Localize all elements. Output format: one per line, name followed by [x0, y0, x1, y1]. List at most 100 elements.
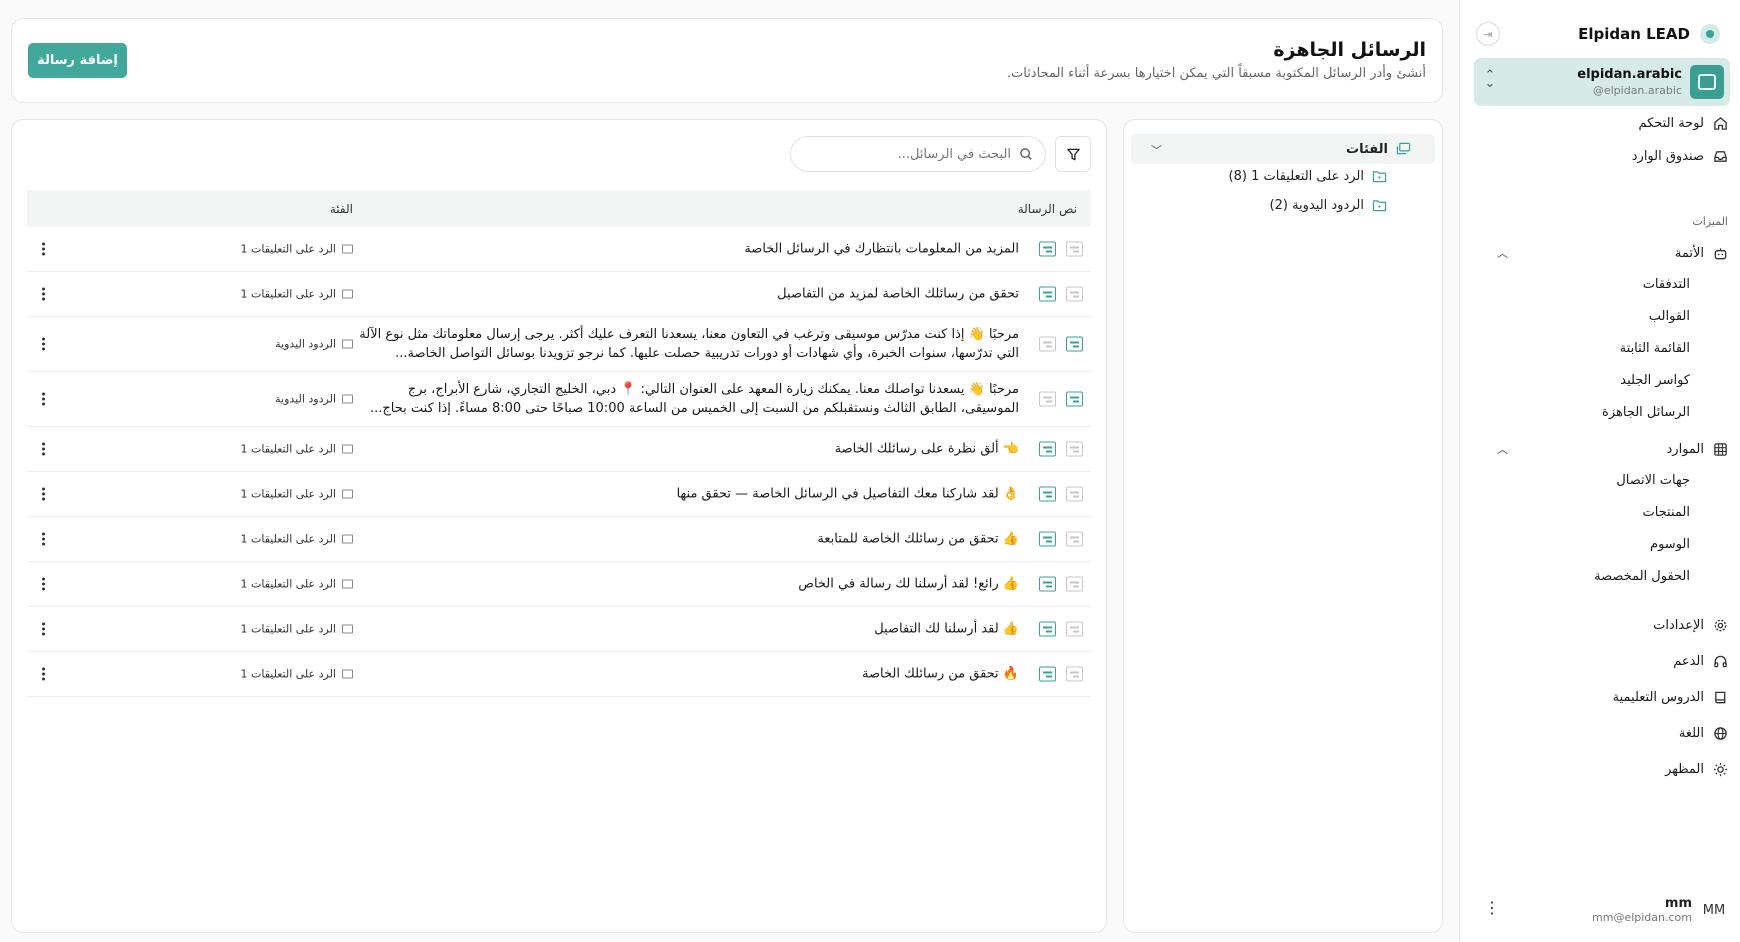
sidebar-item-settings[interactable]: الإعدادات: [1653, 610, 1728, 640]
message-category: الرد على التعليقات 1: [240, 443, 353, 456]
table-header: نص الرسالة الفئة: [27, 190, 1091, 227]
sidebar-item-tutorials[interactable]: الدروس التعليمية: [1613, 682, 1728, 712]
sidebar-item-resources[interactable]: الموارد ︿: [1473, 434, 1728, 464]
message-category: الردود اليدوية: [275, 338, 353, 351]
sidebar-item-dashboard[interactable]: لوحة التحكم: [1638, 108, 1728, 138]
category-label: الرد على التعليقات 1: [240, 442, 336, 456]
table-row[interactable]: مرحبًا 👋 إذا كنت مدرّس موسيقى وترغب في ا…: [27, 317, 1091, 372]
more-vertical-icon[interactable]: [37, 577, 49, 591]
message-category: الردود اليدوية: [275, 393, 353, 406]
more-vertical-icon[interactable]: ⋮: [1484, 898, 1500, 917]
table-row[interactable]: 👈 ألق نظرة على رسائلك الخاصة الرد على الت…: [27, 427, 1091, 472]
folder-icon: [342, 444, 353, 454]
table-row[interactable]: 👌 لقد شاركنا معك التفاصيل في الرسائل الخ…: [27, 472, 1091, 517]
more-vertical-icon[interactable]: [37, 242, 49, 256]
sidebar-item-automation[interactable]: الأتمة ︿: [1473, 238, 1728, 268]
table-row[interactable]: مرحبًا 👋 يسعدنا تواصلك معنا. يمكنك زيارة…: [27, 372, 1091, 427]
sidebar-subitem-templates[interactable]: القوالب: [1649, 302, 1690, 330]
message-text: 👌 لقد شاركنا معك التفاصيل في الرسائل الخ…: [676, 486, 1019, 502]
table-row[interactable]: المزيد من المعلومات بانتظارك في الرسائل …: [27, 227, 1091, 272]
sidebar-subitem-products[interactable]: المنتجات: [1642, 498, 1690, 526]
message-lines-icon: [1066, 666, 1083, 682]
folders-icon: [1396, 142, 1411, 156]
message-lines-icon: [1066, 241, 1083, 257]
category-label: الرد على التعليقات 1: [240, 487, 336, 501]
table-row[interactable]: 👍 رائع! لقد أرسلنا لك رسالة في الخاص الرد…: [27, 562, 1091, 607]
sidebar-subitem-persistent-menu[interactable]: القائمة الثابتة: [1620, 334, 1690, 362]
message-text: تحقق من رسائلك الخاصة لمزيد من التفاصيل: [777, 286, 1019, 302]
categories-header[interactable]: الفئات ﹀: [1131, 134, 1435, 164]
folder-icon: [342, 624, 353, 634]
table-row[interactable]: 👍 تحقق من رسائلك الخاصة للمتابعة الرد على…: [27, 517, 1091, 562]
more-vertical-icon[interactable]: [37, 622, 49, 636]
collapse-sidebar-icon[interactable]: ⇥: [1476, 22, 1500, 46]
table-row[interactable]: تحقق من رسائلك الخاصة لمزيد من التفاصيل ا…: [27, 272, 1091, 317]
folder-icon: [342, 489, 353, 499]
category-label: الرد على التعليقات 1: [240, 667, 336, 681]
sidebar-item-label: الموارد: [1666, 441, 1704, 457]
chevron-up-icon[interactable]: ︿: [1497, 245, 1508, 261]
brand-logo-icon: [1700, 24, 1720, 44]
more-vertical-icon[interactable]: [37, 532, 49, 546]
category-item-manual[interactable]: الردود اليدوية (2): [1270, 191, 1387, 219]
more-vertical-icon[interactable]: [37, 337, 49, 351]
message-lines-icon: [1066, 486, 1083, 502]
sidebar-item-label: المظهر: [1665, 761, 1704, 777]
sidebar-item-inbox[interactable]: صندوق الوارد: [1632, 141, 1728, 171]
account-info: elpidan.arabic @elpidan.arabic: [1577, 67, 1682, 97]
message-lines-icon: [1066, 336, 1083, 352]
folder-icon: [342, 244, 353, 254]
sidebar-item-label: اللغة: [1678, 725, 1704, 741]
home-icon: [1712, 115, 1728, 131]
quote-message-icon: [1039, 286, 1056, 302]
user-avatar: MM: [1702, 902, 1726, 918]
robot-icon: [1712, 245, 1728, 261]
sidebar-subitem-flows[interactable]: التدفقات: [1643, 270, 1690, 298]
book-icon: [1712, 689, 1728, 705]
row-type-icons: [1039, 336, 1083, 352]
sidebar-subitem-contacts[interactable]: جهات الاتصال: [1616, 466, 1690, 494]
add-message-button[interactable]: إضافة رسالة: [28, 43, 127, 78]
table-row[interactable]: 🔥 تحقق من رسائلك الخاصة الرد على التعليقا…: [27, 652, 1091, 697]
more-vertical-icon[interactable]: [37, 392, 49, 406]
sidebar-subitem-tags[interactable]: الوسوم: [1650, 530, 1690, 558]
sidebar-subitem-custom-fields[interactable]: الحقول المخصصة: [1594, 562, 1690, 590]
search-input[interactable]: [811, 146, 1011, 162]
category-label: الردود اليدوية: [275, 392, 336, 406]
sidebar-item-label: الأتمة: [1674, 245, 1704, 261]
gear-icon: [1712, 617, 1728, 633]
more-vertical-icon[interactable]: [37, 667, 49, 681]
filter-button[interactable]: [1055, 136, 1091, 172]
sidebar-item-language[interactable]: اللغة: [1679, 718, 1728, 748]
grid-table-icon: [1712, 441, 1728, 457]
chevron-down-icon[interactable]: ﹀: [1151, 142, 1162, 158]
user-profile[interactable]: MM mm mm@elpidan.com ⋮: [1474, 888, 1730, 932]
message-category: الرد على التعليقات 1: [240, 668, 353, 681]
table-row[interactable]: 👍 لقد أرسلنا لك التفاصيل الرد على التعليق…: [27, 607, 1091, 652]
chevron-up-icon[interactable]: ︿: [1497, 441, 1508, 457]
sidebar-item-support[interactable]: الدعم: [1673, 646, 1728, 676]
category-item-comments[interactable]: الرد على التعليقات 1 (8): [1229, 162, 1387, 190]
more-vertical-icon[interactable]: [37, 442, 49, 456]
more-vertical-icon[interactable]: [37, 487, 49, 501]
sidebar-item-appearance[interactable]: المظهر: [1665, 754, 1728, 784]
sidebar-subitem-ice-breakers[interactable]: كواسر الجليد: [1620, 366, 1690, 394]
sidebar-item-label: الإعدادات: [1653, 617, 1704, 633]
row-type-icons: [1039, 486, 1083, 502]
sidebar-subitem-saved-replies[interactable]: الرسائل الجاهزة: [1602, 398, 1690, 426]
category-label: الرد على التعليقات 1: [240, 622, 336, 636]
page-subtitle: أنشئ وأدر الرسائل المكتوبة مسبقاً التي ي…: [1006, 66, 1426, 81]
sidebar-header: Elpidan LEAD ⇥: [1476, 20, 1720, 48]
message-text: 👍 لقد أرسلنا لك التفاصيل: [874, 621, 1019, 637]
quote-message-icon: [1039, 621, 1056, 637]
search-box[interactable]: [790, 136, 1046, 172]
chevron-up-down-icon[interactable]: ⌃ ⌄: [1484, 69, 1496, 90]
user-name: mm: [1664, 896, 1692, 911]
message-text: 👈 ألق نظرة على رسائلك الخاصة: [834, 441, 1019, 457]
account-handle: @elpidan.arabic: [1592, 84, 1682, 97]
more-vertical-icon[interactable]: [37, 287, 49, 301]
account-switcher[interactable]: elpidan.arabic @elpidan.arabic ⌃ ⌄: [1474, 58, 1730, 106]
filter-icon: [1066, 147, 1081, 162]
message-lines-icon: [1066, 286, 1083, 302]
quote-message-icon: [1039, 666, 1056, 682]
